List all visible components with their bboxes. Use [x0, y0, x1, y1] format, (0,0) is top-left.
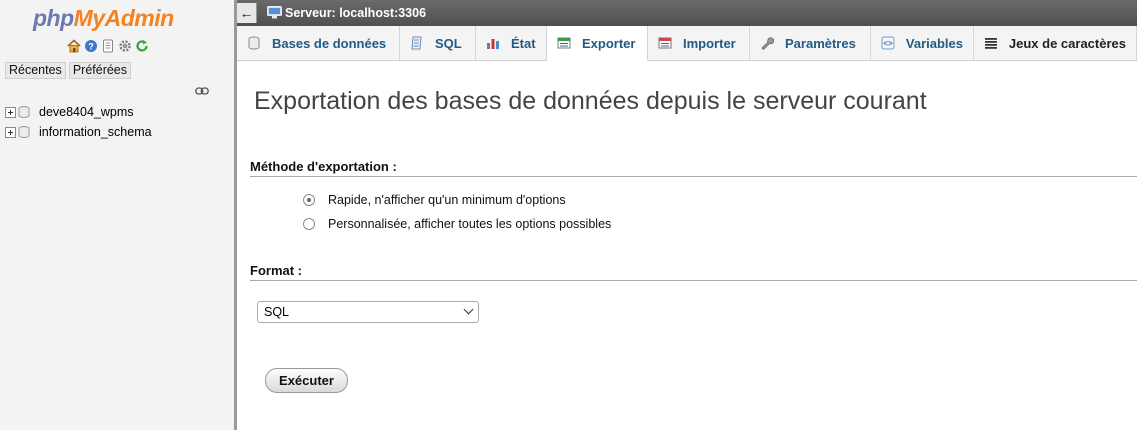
format-select-value: SQL — [264, 305, 290, 319]
status-icon — [487, 39, 499, 49]
main-tabs: Bases de données SQL État Exporter Impor… — [237, 26, 1137, 61]
svg-text:?: ? — [88, 42, 94, 52]
nav-tabs: Récentes Préférées — [5, 62, 132, 79]
tree-item-label[interactable]: deve8404_wpms — [39, 105, 134, 119]
tab-label: Bases de données — [272, 35, 387, 51]
sql-icon — [411, 36, 422, 50]
database-icon — [18, 126, 30, 138]
tab-variables[interactable]: <> Variables — [871, 26, 974, 60]
main-content: Exportation des bases de données depuis … — [237, 61, 1137, 430]
tree-item-information-schema[interactable]: information_schema — [5, 122, 152, 142]
tab-label: Exporter — [582, 35, 636, 51]
expand-icon[interactable] — [5, 106, 16, 118]
tab-export[interactable]: Exporter — [547, 26, 648, 61]
settings-icon[interactable] — [118, 39, 132, 53]
database-icon — [18, 106, 30, 118]
tab-label: Importer — [683, 35, 736, 51]
logo-php-text: php — [33, 5, 74, 31]
export-icon — [557, 37, 571, 49]
database-tree: deve8404_wpms information_schema — [5, 102, 152, 142]
tree-item-label[interactable]: information_schema — [39, 125, 152, 139]
help-icon[interactable]: ? — [84, 39, 98, 53]
phpmyadmin-logo[interactable]: phpMyAdmin — [33, 5, 174, 32]
reload-icon[interactable] — [135, 39, 149, 53]
charset-icon — [984, 38, 997, 49]
format-select[interactable]: SQL — [257, 301, 479, 323]
navigation-panel: phpMyAdmin ? Récentes Préférées deve8404… — [0, 0, 234, 430]
collapse-nav-button[interactable]: ← — [237, 3, 257, 23]
nav-icon-bar: ? — [67, 39, 149, 53]
quick-export-option[interactable]: Rapide, n'afficher qu'un minimum d'optio… — [303, 193, 566, 207]
logo-myadmin-text: MyAdmin — [73, 5, 175, 31]
wrench-icon — [761, 37, 774, 50]
custom-export-label[interactable]: Personnalisée, afficher toutes les optio… — [328, 217, 611, 231]
home-icon[interactable] — [67, 39, 81, 53]
execute-button[interactable]: Exécuter — [265, 368, 348, 393]
server-label[interactable]: Serveur: localhost:3306 — [285, 6, 426, 20]
tab-label: Jeux de caractères — [1008, 35, 1126, 51]
tab-sql[interactable]: SQL — [400, 26, 476, 60]
quick-export-label[interactable]: Rapide, n'afficher qu'un minimum d'optio… — [328, 193, 566, 207]
custom-export-radio[interactable] — [303, 218, 315, 230]
server-icon — [267, 6, 282, 19]
tab-charsets[interactable]: Jeux de caractères — [974, 26, 1137, 60]
docs-icon[interactable] — [101, 39, 115, 53]
tab-status[interactable]: État — [476, 26, 547, 60]
tab-databases[interactable]: Bases de données — [237, 26, 400, 60]
import-icon — [658, 37, 672, 49]
tab-label: État — [511, 35, 536, 51]
database-icon — [248, 36, 260, 50]
favorites-tab[interactable]: Préférées — [68, 62, 132, 79]
format-heading: Format : — [250, 263, 1137, 281]
custom-export-option[interactable]: Personnalisée, afficher toutes les optio… — [303, 217, 611, 231]
tab-settings[interactable]: Paramètres — [750, 26, 871, 60]
tree-item-deve8404-wpms[interactable]: deve8404_wpms — [5, 102, 152, 122]
tab-label: Paramètres — [785, 35, 856, 51]
tab-label: SQL — [435, 35, 462, 51]
chevron-down-icon — [463, 304, 474, 315]
variables-icon: <> — [881, 36, 895, 50]
expand-icon[interactable] — [5, 126, 16, 138]
svg-text:<>: <> — [883, 39, 893, 48]
quick-export-radio[interactable] — [303, 194, 315, 206]
export-method-heading: Méthode d'exportation : — [250, 159, 1137, 177]
server-breadcrumb-bar: ← Serveur: localhost:3306 — [237, 0, 1137, 26]
tab-label: Variables — [905, 35, 963, 51]
page-title: Exportation des bases de données depuis … — [254, 87, 927, 115]
recent-tab[interactable]: Récentes — [5, 62, 66, 79]
tab-import[interactable]: Importer — [648, 26, 750, 60]
link-chain-icon[interactable] — [195, 83, 209, 95]
